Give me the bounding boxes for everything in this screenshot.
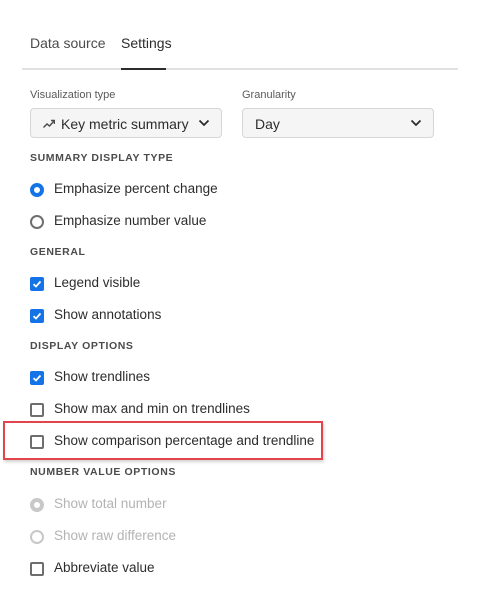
option-label: Show annotations bbox=[54, 307, 162, 322]
number-value-options-heading: NUMBER VALUE OPTIONS bbox=[30, 466, 176, 478]
radio-button-disabled-checked bbox=[30, 498, 44, 512]
option-label: Show max and min on trendlines bbox=[54, 401, 250, 416]
option-label: Abbreviate value bbox=[54, 560, 155, 575]
option-label: Emphasize number value bbox=[54, 213, 207, 228]
granularity-picker[interactable]: Day bbox=[242, 108, 434, 138]
option-label: Show comparison percentage and trendline bbox=[54, 433, 315, 448]
checkbox-checked[interactable] bbox=[30, 309, 44, 323]
checkbox-checked[interactable] bbox=[30, 371, 44, 385]
option-label: Show raw difference bbox=[54, 528, 177, 543]
summary-display-type-heading: SUMMARY DISPLAY TYPE bbox=[30, 152, 174, 164]
option-label: Show total number bbox=[54, 496, 167, 511]
checkmark-icon bbox=[32, 374, 42, 382]
general-heading: GENERAL bbox=[30, 246, 86, 258]
radio-button-checked[interactable] bbox=[30, 183, 44, 197]
option-label: Legend visible bbox=[54, 275, 141, 290]
selected-tab-indicator bbox=[121, 68, 166, 70]
visualization-type-picker[interactable]: Key metric summary bbox=[30, 108, 222, 138]
chevron-down-icon bbox=[410, 119, 422, 127]
tab-settings[interactable]: Settings bbox=[121, 35, 172, 51]
visualization-type-label: Visualization type bbox=[30, 89, 116, 101]
granularity-label: Granularity bbox=[242, 89, 296, 101]
chevron-down-icon bbox=[198, 119, 210, 127]
checkbox-checked[interactable] bbox=[30, 277, 44, 291]
checkmark-icon bbox=[32, 280, 42, 288]
option-label: Emphasize percent change bbox=[54, 181, 218, 196]
checkbox[interactable] bbox=[30, 435, 44, 449]
tab-list: Data source Settings bbox=[22, 28, 458, 70]
checkbox[interactable] bbox=[30, 403, 44, 417]
radio-button-disabled bbox=[30, 530, 44, 544]
radio-button[interactable] bbox=[30, 215, 44, 229]
granularity-value: Day bbox=[255, 116, 280, 132]
trend-line-icon bbox=[43, 119, 55, 128]
option-label: Show trendlines bbox=[54, 369, 151, 384]
visualization-type-value: Key metric summary bbox=[61, 116, 189, 132]
checkmark-icon bbox=[32, 312, 42, 320]
tab-data-source[interactable]: Data source bbox=[30, 35, 105, 51]
checkbox[interactable] bbox=[30, 562, 44, 576]
display-options-heading: DISPLAY OPTIONS bbox=[30, 340, 134, 352]
